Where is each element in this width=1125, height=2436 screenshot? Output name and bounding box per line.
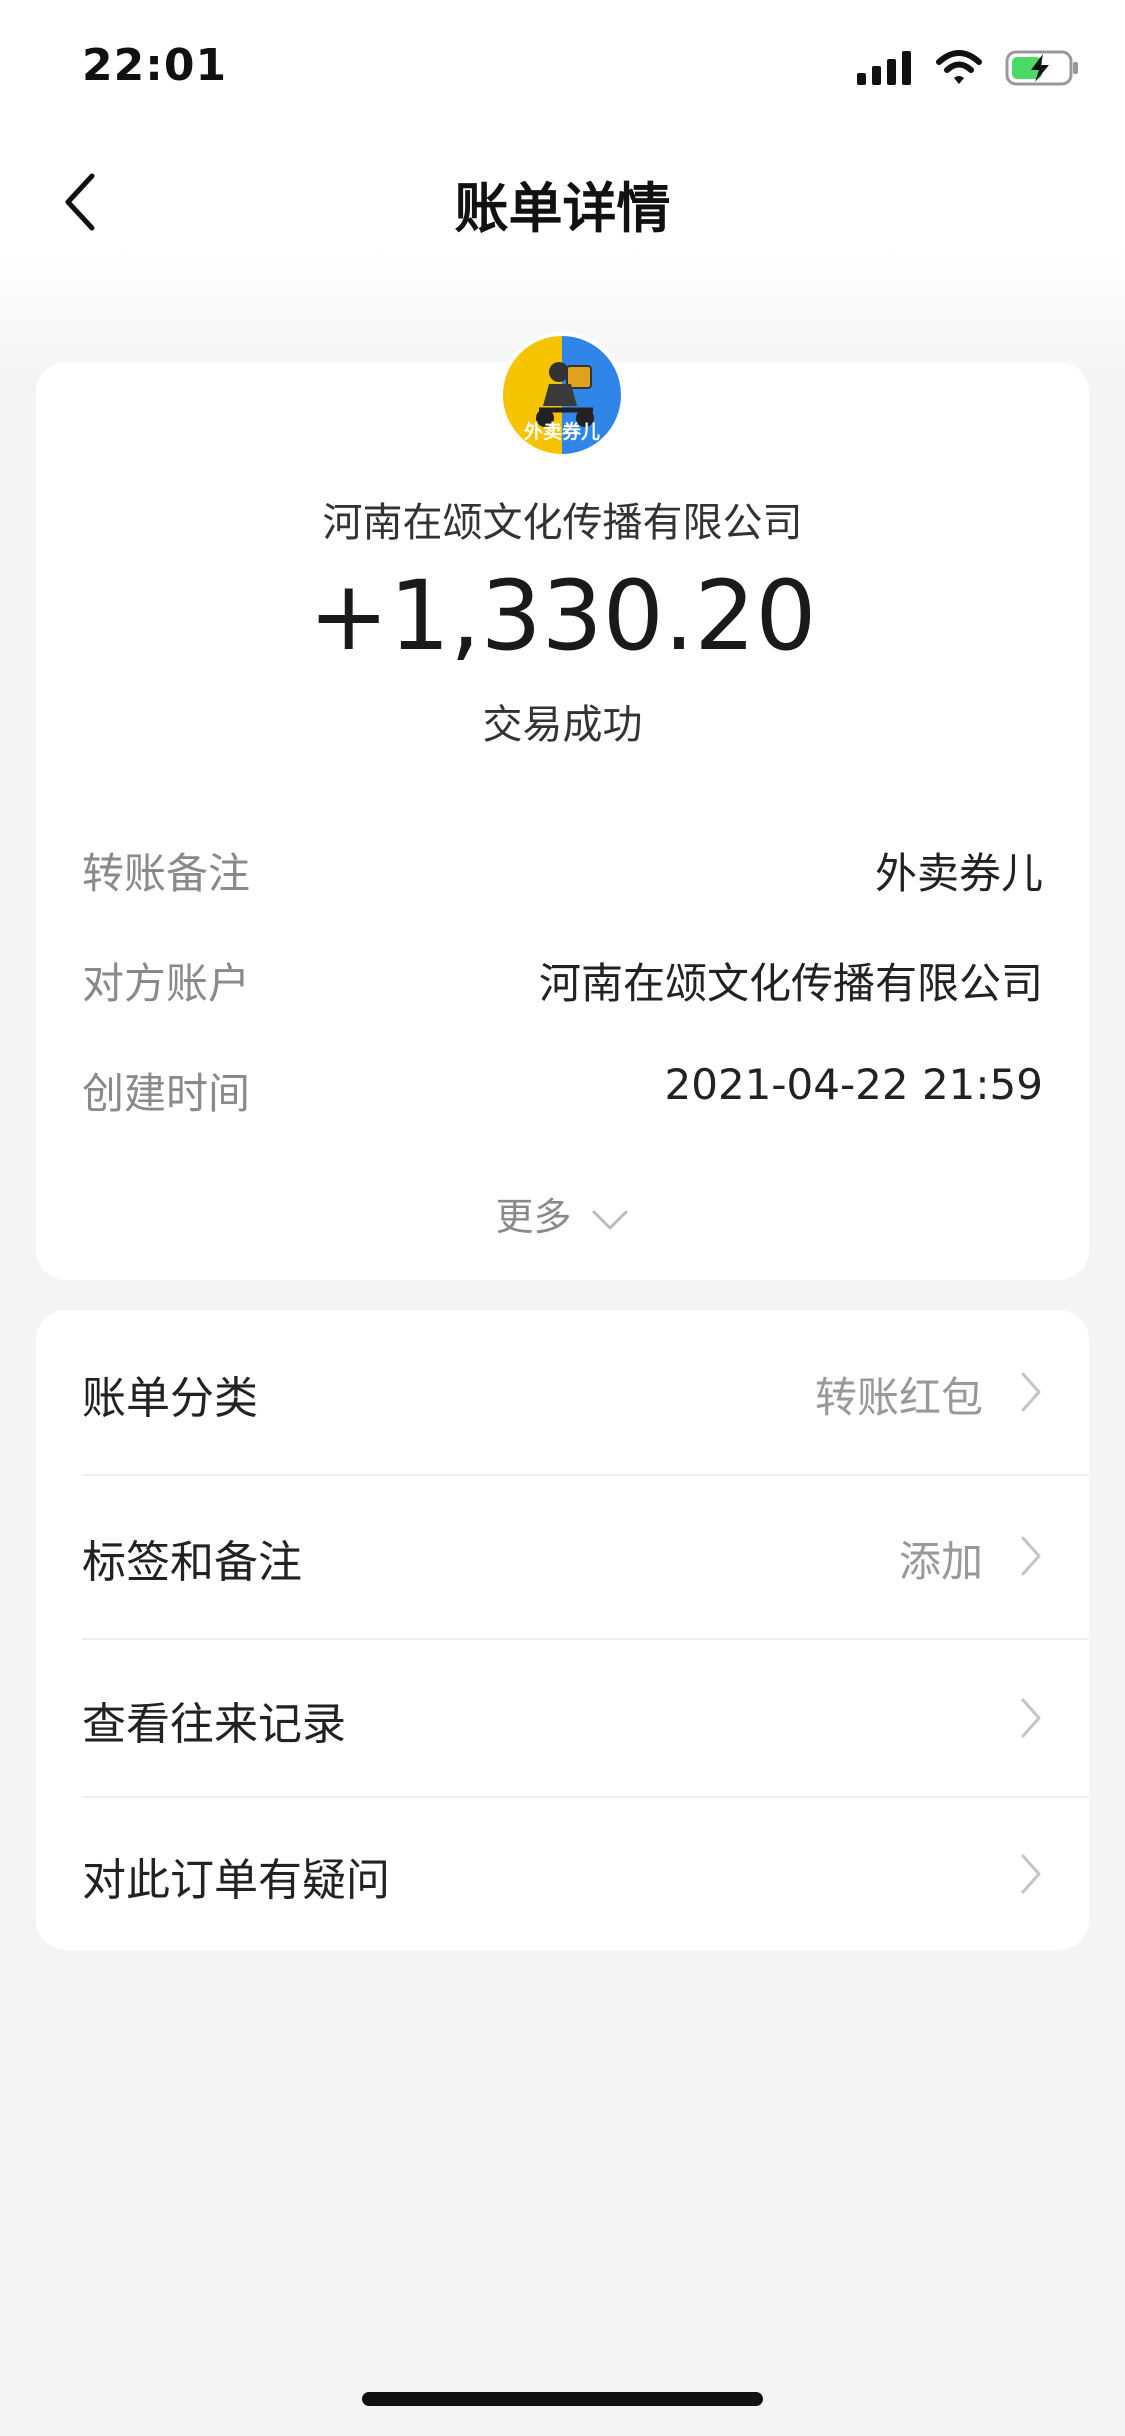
status-time: 22:01 (82, 40, 228, 91)
more-button[interactable]: 更多 (36, 1186, 1089, 1241)
avatar-label: 外卖券儿 (523, 421, 600, 443)
nav-bar: 账单详情 (0, 140, 1125, 260)
actions-card: 账单分类 转账红包 标签和备注 添加 查看往来记录 对此订单有疑问 (36, 1310, 1089, 1950)
wifi-icon (935, 50, 983, 90)
more-label: 更多 (495, 1195, 572, 1239)
transaction-card: 外卖券儿 河南在颂文化传播有限公司 +1,330.20 交易成功 转账备注 外卖… (36, 332, 1089, 1280)
page-title: 账单详情 (454, 177, 671, 240)
chevron-right-icon (1021, 1698, 1041, 1738)
list-item-transaction-history[interactable]: 查看往来记录 (82, 1640, 1089, 1796)
list-item-tags-notes[interactable]: 标签和备注 添加 (82, 1476, 1089, 1638)
detail-row-remark: 转账备注 外卖券儿 (82, 840, 1043, 900)
transaction-amount: +1,330.20 (308, 560, 817, 672)
merchant-avatar: 外卖券儿 (499, 332, 625, 458)
list-item-label: 对此订单有疑问 (82, 1855, 390, 1906)
detail-value: 外卖券儿 (874, 849, 1043, 898)
cellular-signal-icon (857, 51, 913, 89)
chevron-right-icon (1021, 1854, 1041, 1894)
detail-value: 2021-04-22 21:59 (664, 1060, 1043, 1109)
detail-row-counterparty: 对方账户 河南在颂文化传播有限公司 (82, 950, 1043, 1010)
detail-label: 创建时间 (82, 1069, 251, 1118)
detail-row-created-time: 创建时间 2021-04-22 21:59 (82, 1060, 1043, 1120)
chevron-right-icon (1021, 1372, 1041, 1412)
chevron-right-icon (1021, 1536, 1041, 1576)
home-indicator[interactable] (362, 2392, 763, 2406)
transaction-status: 交易成功 (482, 702, 643, 748)
list-item-order-question[interactable]: 对此订单有疑问 (82, 1798, 1089, 1950)
list-item-label: 账单分类 (82, 1373, 258, 1424)
list-item-value: 添加 (898, 1537, 983, 1586)
status-bar: 22:01 (0, 0, 1125, 140)
list-item-label: 标签和备注 (82, 1537, 302, 1588)
status-icons (857, 48, 1081, 92)
chevron-down-icon (592, 1210, 628, 1229)
list-item-value: 转账红包 (814, 1373, 983, 1422)
list-item-bill-category[interactable]: 账单分类 转账红包 (82, 1310, 1089, 1474)
detail-value: 河南在颂文化传播有限公司 (538, 959, 1043, 1008)
detail-label: 转账备注 (82, 849, 251, 898)
battery-charging-icon (1005, 49, 1081, 91)
merchant-name: 河南在颂文化传播有限公司 (322, 500, 803, 546)
detail-label: 对方账户 (82, 959, 251, 1008)
list-item-label: 查看往来记录 (82, 1699, 346, 1750)
